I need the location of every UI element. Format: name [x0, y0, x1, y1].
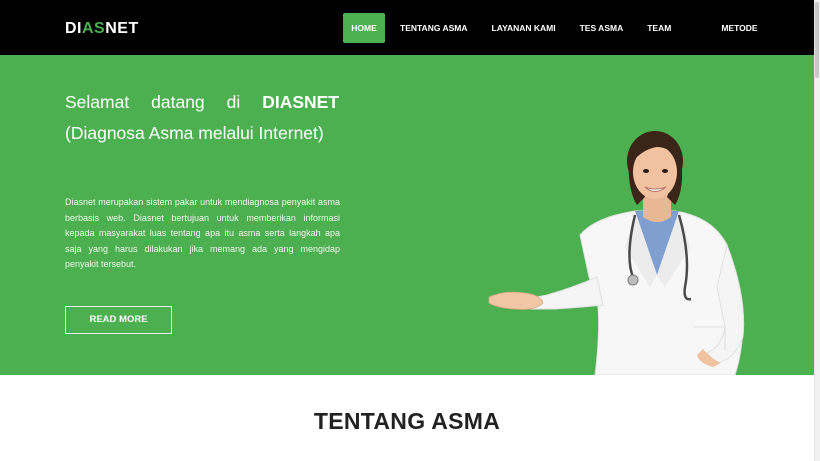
hero-section: Selamat datang di DIASNET (Diagnosa Asma…: [0, 55, 814, 375]
brand-text-accent: AS: [82, 20, 106, 37]
hero-description: Diasnet merupakan sistem pakar untuk men…: [65, 197, 340, 270]
doctor-illustration: [488, 131, 745, 375]
nav-home[interactable]: HOME: [343, 13, 385, 43]
hero-title-brand: DIASNET: [262, 92, 339, 112]
top-navbar: DIASNET HOME TENTANG ASMA LAYANAN KAMI T…: [0, 0, 814, 55]
hero-title-pre: Selamat datang di: [65, 92, 263, 112]
brand-logo[interactable]: DIASNET: [65, 20, 139, 38]
nav-metode[interactable]: METODE: [713, 13, 765, 43]
hero-title-post: (Diagnosa Asma melalui Internet): [65, 123, 324, 143]
hero-title: Selamat datang di DIASNET (Diagnosa Asma…: [65, 87, 339, 149]
nav-team[interactable]: TEAM: [639, 13, 679, 43]
nav-tentang-asma[interactable]: TENTANG ASMA: [392, 13, 476, 43]
main-nav: HOME TENTANG ASMA LAYANAN KAMI TES ASMA …: [343, 13, 766, 43]
nav-layanan-kami[interactable]: LAYANAN KAMI: [484, 13, 564, 43]
brand-text-part2: NET: [105, 20, 139, 37]
brand-text-part1: DI: [65, 20, 82, 37]
section-title-tentang-asma: TENTANG ASMA: [313, 408, 501, 434]
read-more-button[interactable]: READ MORE: [65, 306, 172, 334]
scrollbar-thumb[interactable]: [815, 2, 819, 78]
nav-tes-asma[interactable]: TES ASMA: [572, 13, 632, 43]
page-scrollbar[interactable]: [814, 0, 820, 461]
